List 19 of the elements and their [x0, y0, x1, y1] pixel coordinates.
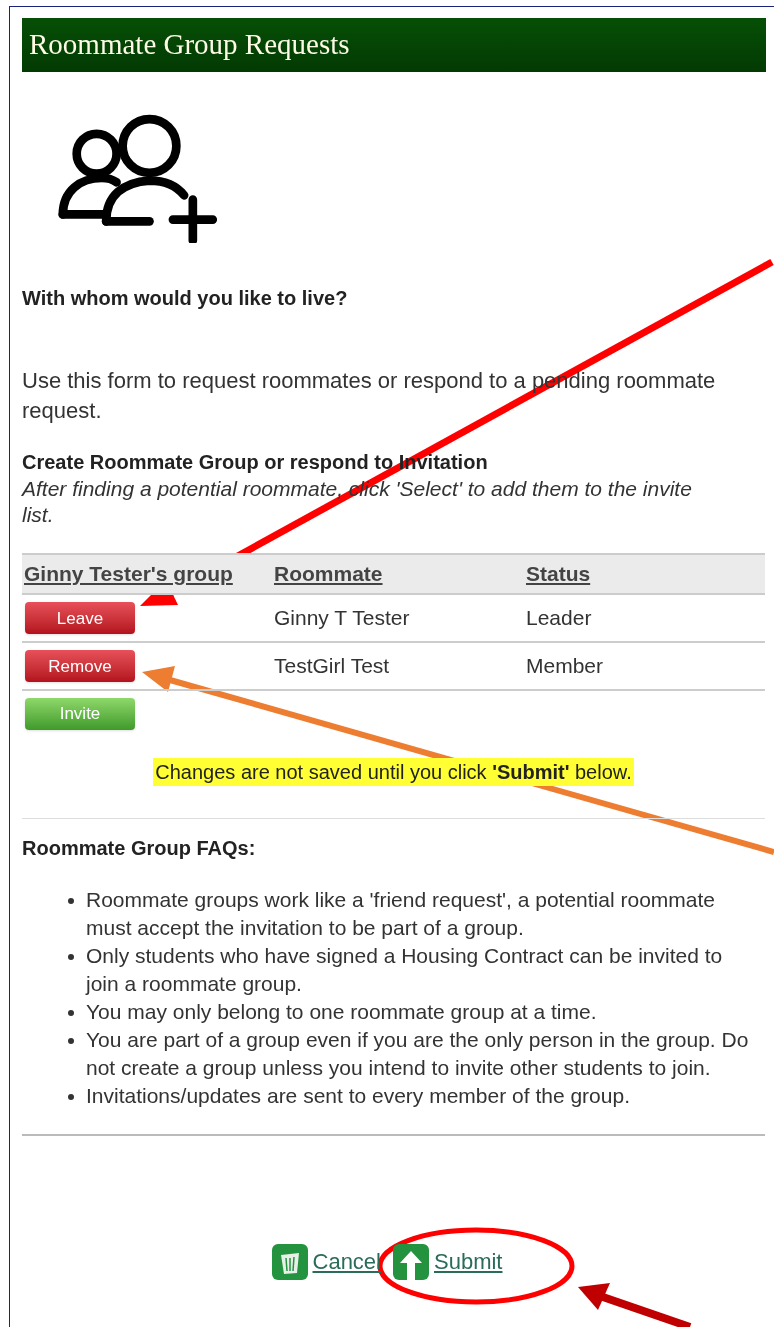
- faq-item: Invitations/updates are sent to every member of the group.: [86, 1082, 630, 1109]
- faq-item: Only students who have signed a Housing Contract can be invited to join a roommate group.: [86, 942, 724, 997]
- faq-item: You are part of a group even if you are the only person in the group. Do not create a group unless you intend to invite other students to join.: [86, 1026, 750, 1081]
- column-header[interactable]: Roommate: [274, 562, 383, 585]
- page-title: Roommate Group Requests: [22, 18, 766, 72]
- roommate-name: Ginny T Tester: [274, 605, 410, 629]
- remove-button[interactable]: Remove: [25, 650, 135, 683]
- notice-text: Changes are not saved until you click 'Submit' below.: [153, 757, 634, 786]
- status-text: Member: [526, 653, 604, 677]
- question-heading: With whom would you like to live?: [22, 286, 349, 311]
- roommate-name: TestGirl Test: [274, 653, 390, 677]
- status-text: Leader: [526, 605, 592, 629]
- faq-item: Roommate groups work like a 'friend request', a potential roommate must accept the invitation to be part of a group.: [86, 886, 716, 941]
- column-header[interactable]: Ginny Tester's group: [24, 562, 233, 585]
- submit-link[interactable]: Submit: [434, 1245, 503, 1278]
- remove-button[interactable]: Leave: [25, 602, 135, 635]
- column-header[interactable]: Status: [526, 562, 591, 585]
- faq-heading: Roommate Group FAQs:: [22, 835, 257, 861]
- faq-item: You may only belong to one roommate group at a time.: [86, 998, 597, 1025]
